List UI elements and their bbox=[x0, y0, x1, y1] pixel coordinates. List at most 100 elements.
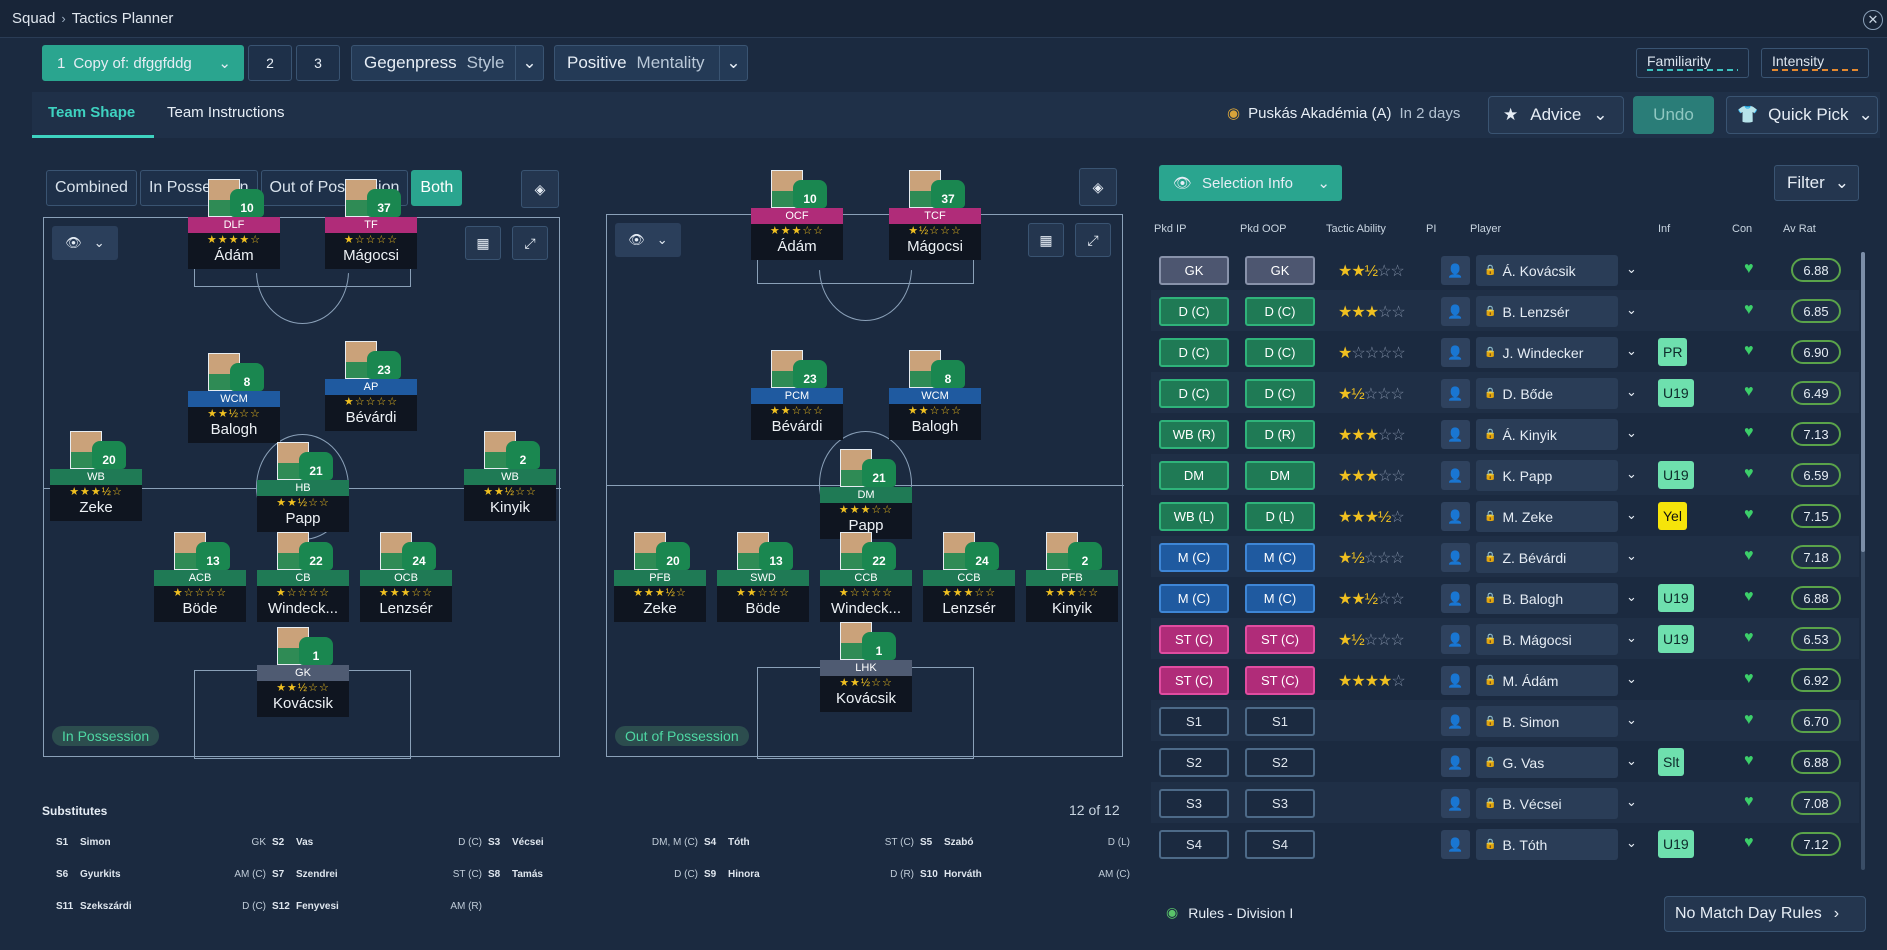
player-card[interactable]: 21 DM ★★★☆☆ Papp bbox=[820, 449, 912, 543]
picked-ip-position[interactable]: ST (C) bbox=[1159, 625, 1229, 654]
picked-ip-position[interactable]: D (C) bbox=[1159, 297, 1229, 326]
substitute-item[interactable]: S8 Tamás D (C) bbox=[488, 869, 698, 880]
mentality-dropdown[interactable]: Positive Mentality ⌄ bbox=[554, 45, 748, 81]
person-icon[interactable]: 👤 bbox=[1441, 338, 1470, 367]
col-pkd-ip[interactable]: Pkd IP bbox=[1154, 223, 1186, 235]
person-icon[interactable]: 👤 bbox=[1441, 625, 1470, 654]
rules-info[interactable]: ◉ Rules - Division I bbox=[1166, 904, 1293, 921]
col-tactic-ability[interactable]: Tactic Ability bbox=[1326, 223, 1386, 235]
player-card[interactable]: 24 CCB ★★★☆☆ Lenzsér bbox=[923, 532, 1015, 626]
quick-pick-button[interactable]: 👕 Quick Pick ⌄ bbox=[1726, 96, 1878, 134]
table-row[interactable]: S3 S3 👤 🔒 B. Vécsei ⌄ ♥ 7.08 bbox=[1151, 782, 1859, 823]
picked-ip-position[interactable]: WB (L) bbox=[1159, 502, 1229, 531]
player-card[interactable]: 8 WCM ★★½☆☆ Balogh bbox=[188, 353, 280, 447]
table-row[interactable]: D (C) D (C) ★½☆☆☆ 👤 🔒 D. Bőde ⌄ U19 ♥ 6.4… bbox=[1151, 372, 1859, 413]
picked-oop-position[interactable]: D (L) bbox=[1245, 502, 1315, 531]
chevron-down-icon[interactable]: ⌄ bbox=[1626, 835, 1637, 851]
player-card[interactable]: 10 OCF ★★★☆☆ Ádám bbox=[751, 170, 843, 264]
substitute-item[interactable]: S10 Horváth AM (C) bbox=[920, 869, 1130, 880]
player-card[interactable]: 24 OCB ★★★☆☆ Lenzsér bbox=[360, 532, 452, 626]
player-card[interactable]: 1 GK ★★½☆☆ Kovácsik bbox=[257, 627, 349, 721]
table-row[interactable]: ST (C) ST (C) ★★★★☆ 👤 🔒 M. Ádám ⌄ ♥ 6.92 bbox=[1151, 659, 1859, 700]
tab-team-shape[interactable]: Team Shape bbox=[48, 104, 135, 121]
player-selector[interactable]: 🔒 B. Lenzsér bbox=[1476, 296, 1618, 327]
person-icon[interactable]: 👤 bbox=[1441, 707, 1470, 736]
view-both[interactable]: Both bbox=[411, 170, 463, 206]
chevron-down-icon[interactable]: ⌄ bbox=[1626, 466, 1637, 482]
col-inf[interactable]: Inf bbox=[1658, 223, 1670, 235]
table-row[interactable]: S1 S1 👤 🔒 B. Simon ⌄ ♥ 6.70 bbox=[1151, 700, 1859, 741]
person-icon[interactable]: 👤 bbox=[1441, 666, 1470, 695]
person-icon[interactable]: 👤 bbox=[1441, 502, 1470, 531]
picked-ip-position[interactable]: S1 bbox=[1159, 707, 1229, 736]
table-row[interactable]: S2 S2 👤 🔒 G. Vas ⌄ Slt ♥ 6.88 bbox=[1151, 741, 1859, 782]
style-dropdown[interactable]: Gegenpress Style ⌄ bbox=[351, 45, 544, 81]
picked-oop-position[interactable]: S3 bbox=[1245, 789, 1315, 818]
player-selector[interactable]: 🔒 B. Tóth bbox=[1476, 829, 1618, 860]
filter-button[interactable]: Filter ⌄ bbox=[1774, 165, 1859, 201]
chevron-down-icon[interactable]: ⌄ bbox=[1626, 343, 1637, 359]
chevron-down-icon[interactable]: ⌄ bbox=[1626, 261, 1637, 277]
picked-oop-position[interactable]: D (R) bbox=[1245, 420, 1315, 449]
familiarity-meter[interactable]: Familiarity bbox=[1636, 48, 1749, 78]
scrollbar[interactable] bbox=[1861, 252, 1865, 870]
person-icon[interactable]: 👤 bbox=[1441, 256, 1470, 285]
player-card[interactable]: 22 CB ★☆☆☆☆ Windeck... bbox=[257, 532, 349, 626]
substitute-item[interactable]: S9 Hinora D (R) bbox=[704, 869, 914, 880]
picked-oop-position[interactable]: D (C) bbox=[1245, 338, 1315, 367]
chevron-down-icon[interactable]: ⌄ bbox=[1626, 384, 1637, 400]
substitute-item[interactable]: S7 Szendrei ST (C) bbox=[272, 869, 482, 880]
person-icon[interactable]: 👤 bbox=[1441, 461, 1470, 490]
player-card[interactable]: 2 WB ★★½☆☆ Kinyik bbox=[464, 431, 556, 525]
table-row[interactable]: GK GK ★★½☆☆ 👤 🔒 Á. Kovácsik ⌄ ♥ 6.88 bbox=[1151, 249, 1859, 290]
person-icon[interactable]: 👤 bbox=[1441, 789, 1470, 818]
grid-icon[interactable]: ▦ bbox=[465, 226, 501, 260]
substitute-item[interactable]: S5 Szabó D (L) bbox=[920, 837, 1130, 848]
player-card[interactable]: 13 ACB ★☆☆☆☆ Böde bbox=[154, 532, 246, 626]
player-selector[interactable]: 🔒 B. Vécsei bbox=[1476, 788, 1618, 819]
player-card[interactable]: 23 AP ★☆☆☆☆ Bévárdi bbox=[325, 341, 417, 435]
table-row[interactable]: D (C) D (C) ★☆☆☆☆ 👤 🔒 J. Windecker ⌄ PR ♥… bbox=[1151, 331, 1859, 372]
player-selector[interactable]: 🔒 B. Balogh bbox=[1476, 583, 1618, 614]
person-icon[interactable]: 👤 bbox=[1441, 748, 1470, 777]
next-opponent[interactable]: ◉ Puskás Akadémia (A) In 2 days bbox=[1227, 104, 1460, 123]
player-card[interactable]: 1 LHK ★★½☆☆ Kovácsik bbox=[820, 622, 912, 716]
selection-info-button[interactable]: 👁 Selection Info ⌄ bbox=[1159, 165, 1342, 201]
formation-icon[interactable]: ◈ bbox=[1079, 168, 1117, 206]
col-av-rat[interactable]: Av Rat bbox=[1783, 223, 1816, 235]
substitute-item[interactable]: S12 Fenyvesi AM (R) bbox=[272, 901, 482, 912]
expand-icon[interactable]: ⤢ bbox=[1075, 223, 1111, 257]
match-day-rules-button[interactable]: No Match Day Rules › bbox=[1664, 896, 1866, 932]
person-icon[interactable]: 👤 bbox=[1441, 543, 1470, 572]
picked-oop-position[interactable]: ST (C) bbox=[1245, 625, 1315, 654]
table-row[interactable]: M (C) M (C) ★★½☆☆ 👤 🔒 B. Balogh ⌄ U19 ♥ 6… bbox=[1151, 577, 1859, 618]
player-card[interactable]: 13 SWD ★★☆☆☆ Böde bbox=[717, 532, 809, 626]
picked-oop-position[interactable]: GK bbox=[1245, 256, 1315, 285]
table-row[interactable]: D (C) D (C) ★★★☆☆ 👤 🔒 B. Lenzsér ⌄ ♥ 6.85 bbox=[1151, 290, 1859, 331]
player-selector[interactable]: 🔒 Á. Kinyik bbox=[1476, 419, 1618, 450]
picked-ip-position[interactable]: GK bbox=[1159, 256, 1229, 285]
person-icon[interactable]: 👤 bbox=[1441, 297, 1470, 326]
tactic-tab-1[interactable]: 1 Copy of: dfggfddg ⌄ bbox=[42, 45, 244, 81]
table-row[interactable]: M (C) M (C) ★½☆☆☆ 👤 🔒 Z. Bévárdi ⌄ ♥ 7.18 bbox=[1151, 536, 1859, 577]
chevron-down-icon[interactable]: ⌄ bbox=[1626, 794, 1637, 810]
expand-icon[interactable]: ⤢ bbox=[512, 226, 548, 260]
picked-oop-position[interactable]: S1 bbox=[1245, 707, 1315, 736]
picked-oop-position[interactable]: DM bbox=[1245, 461, 1315, 490]
picked-ip-position[interactable]: ST (C) bbox=[1159, 666, 1229, 695]
chevron-down-icon[interactable]: ⌄ bbox=[1626, 302, 1637, 318]
player-card[interactable]: 2 PFB ★★★☆☆ Kinyik bbox=[1026, 532, 1118, 626]
advice-button[interactable]: ★ Advice ⌄ bbox=[1488, 96, 1624, 134]
picked-ip-position[interactable]: S2 bbox=[1159, 748, 1229, 777]
grid-icon[interactable]: ▦ bbox=[1028, 223, 1064, 257]
chevron-down-icon[interactable]: ⌄ bbox=[1626, 671, 1637, 687]
player-selector[interactable]: 🔒 B. Mágocsi bbox=[1476, 624, 1618, 655]
chevron-down-icon[interactable]: ⌄ bbox=[1626, 425, 1637, 441]
picked-oop-position[interactable]: ST (C) bbox=[1245, 666, 1315, 695]
close-icon[interactable]: ✕ bbox=[1863, 10, 1883, 30]
visibility-toggle[interactable]: 👁 ⌄ bbox=[52, 226, 118, 260]
chevron-down-icon[interactable]: ⌄ bbox=[1626, 753, 1637, 769]
substitute-item[interactable]: S1 Simon GK bbox=[56, 837, 266, 848]
table-row[interactable]: WB (L) D (L) ★★★½☆ 👤 🔒 M. Zeke ⌄ Yel ♥ 7.… bbox=[1151, 495, 1859, 536]
picked-ip-position[interactable]: S3 bbox=[1159, 789, 1229, 818]
